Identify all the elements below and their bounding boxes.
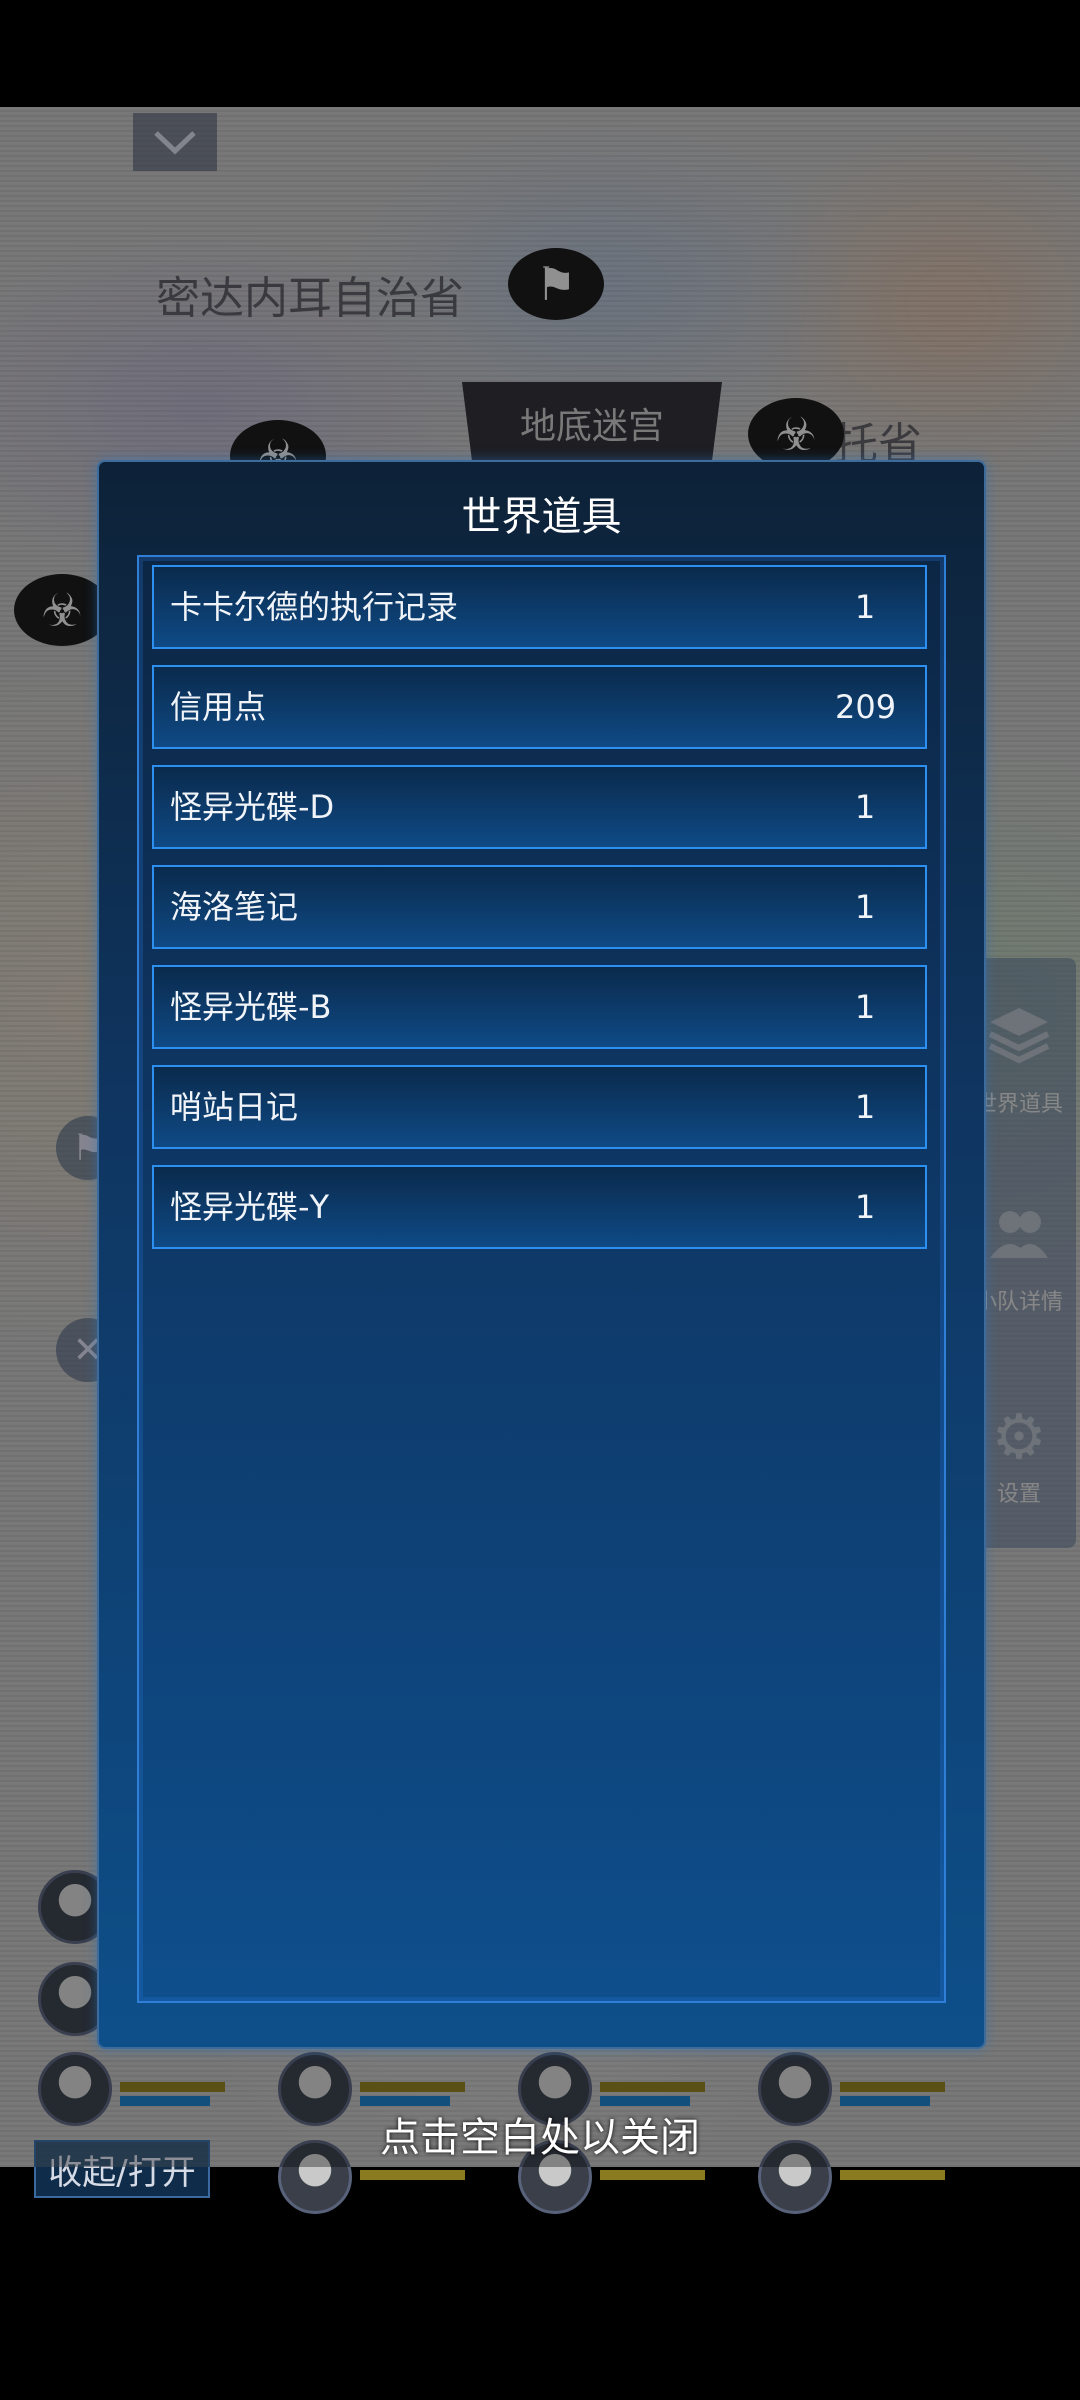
list-item[interactable]: 怪异光碟-B 1 xyxy=(152,965,927,1049)
item-count: 1 xyxy=(854,1088,876,1126)
item-name: 卡卡尔德的执行记录 xyxy=(170,588,459,626)
item-name: 怪异光碟-B xyxy=(170,988,332,1026)
item-list: 卡卡尔德的执行记录 1 信用点 209 怪异光碟-D 1 海洛笔记 1 怪异光碟… xyxy=(137,555,946,2003)
item-count: 1 xyxy=(854,1188,876,1226)
item-count: 1 xyxy=(854,888,876,926)
hp-bar xyxy=(840,2170,945,2180)
list-item[interactable]: 哨站日记 1 xyxy=(152,1065,927,1149)
item-count: 1 xyxy=(854,788,876,826)
list-item[interactable]: 卡卡尔德的执行记录 1 xyxy=(152,565,927,649)
item-name: 海洛笔记 xyxy=(170,888,299,926)
close-hint: 点击空白处以关闭 xyxy=(380,2115,700,2161)
list-item[interactable]: 怪异光碟-D 1 xyxy=(152,765,927,849)
hp-bar xyxy=(360,2170,465,2180)
list-item[interactable]: 怪异光碟-Y 1 xyxy=(152,1165,927,1249)
list-item[interactable]: 海洛笔记 1 xyxy=(152,865,927,949)
item-count: 209 xyxy=(835,688,897,726)
list-item[interactable]: 信用点 209 xyxy=(152,665,927,749)
item-count: 1 xyxy=(854,988,876,1026)
item-name: 怪异光碟-Y xyxy=(170,1188,330,1226)
world-items-dialog: 世界道具 卡卡尔德的执行记录 1 信用点 209 怪异光碟-D 1 海洛笔记 1… xyxy=(97,460,986,2049)
hp-bar xyxy=(600,2170,705,2180)
item-name: 哨站日记 xyxy=(170,1088,299,1126)
item-count: 1 xyxy=(854,588,876,626)
dialog-title: 世界道具 xyxy=(461,494,622,540)
item-name: 信用点 xyxy=(170,688,267,726)
item-name: 怪异光碟-D xyxy=(170,788,335,826)
